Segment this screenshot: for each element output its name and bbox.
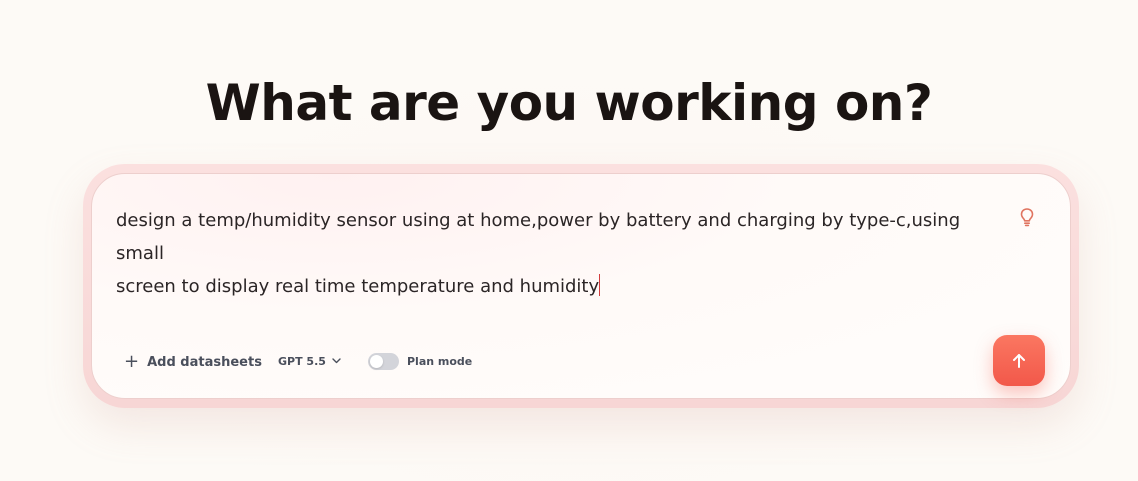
add-datasheets-label: Add datasheets (147, 354, 262, 370)
lightbulb-icon[interactable] (1017, 206, 1037, 228)
toggle-knob (370, 354, 383, 368)
model-label: GPT 5.5 (278, 354, 326, 368)
model-selector[interactable]: GPT 5.5 (278, 352, 341, 370)
plan-mode-control: Plan mode (368, 351, 472, 371)
arrow-up-icon (1013, 353, 1025, 368)
plan-mode-toggle[interactable] (368, 352, 399, 370)
plus-icon: + (124, 351, 140, 372)
prompt-input[interactable]: design a temp/humidity sensor using at h… (116, 204, 976, 303)
prompt-text-line-1: design a temp/humidity sensor using at h… (116, 210, 961, 264)
add-datasheets-button[interactable]: + Add datasheets (124, 352, 262, 372)
prompt-text-line-2: screen to display real time temperature … (116, 276, 600, 297)
chevron-down-icon (332, 356, 341, 367)
send-button[interactable] (993, 335, 1045, 386)
plan-mode-label: Plan mode (407, 354, 473, 368)
text-caret (599, 274, 601, 296)
page-title: What are you working on? (205, 74, 933, 132)
page: What are you working on? design a temp/h… (0, 0, 1138, 481)
